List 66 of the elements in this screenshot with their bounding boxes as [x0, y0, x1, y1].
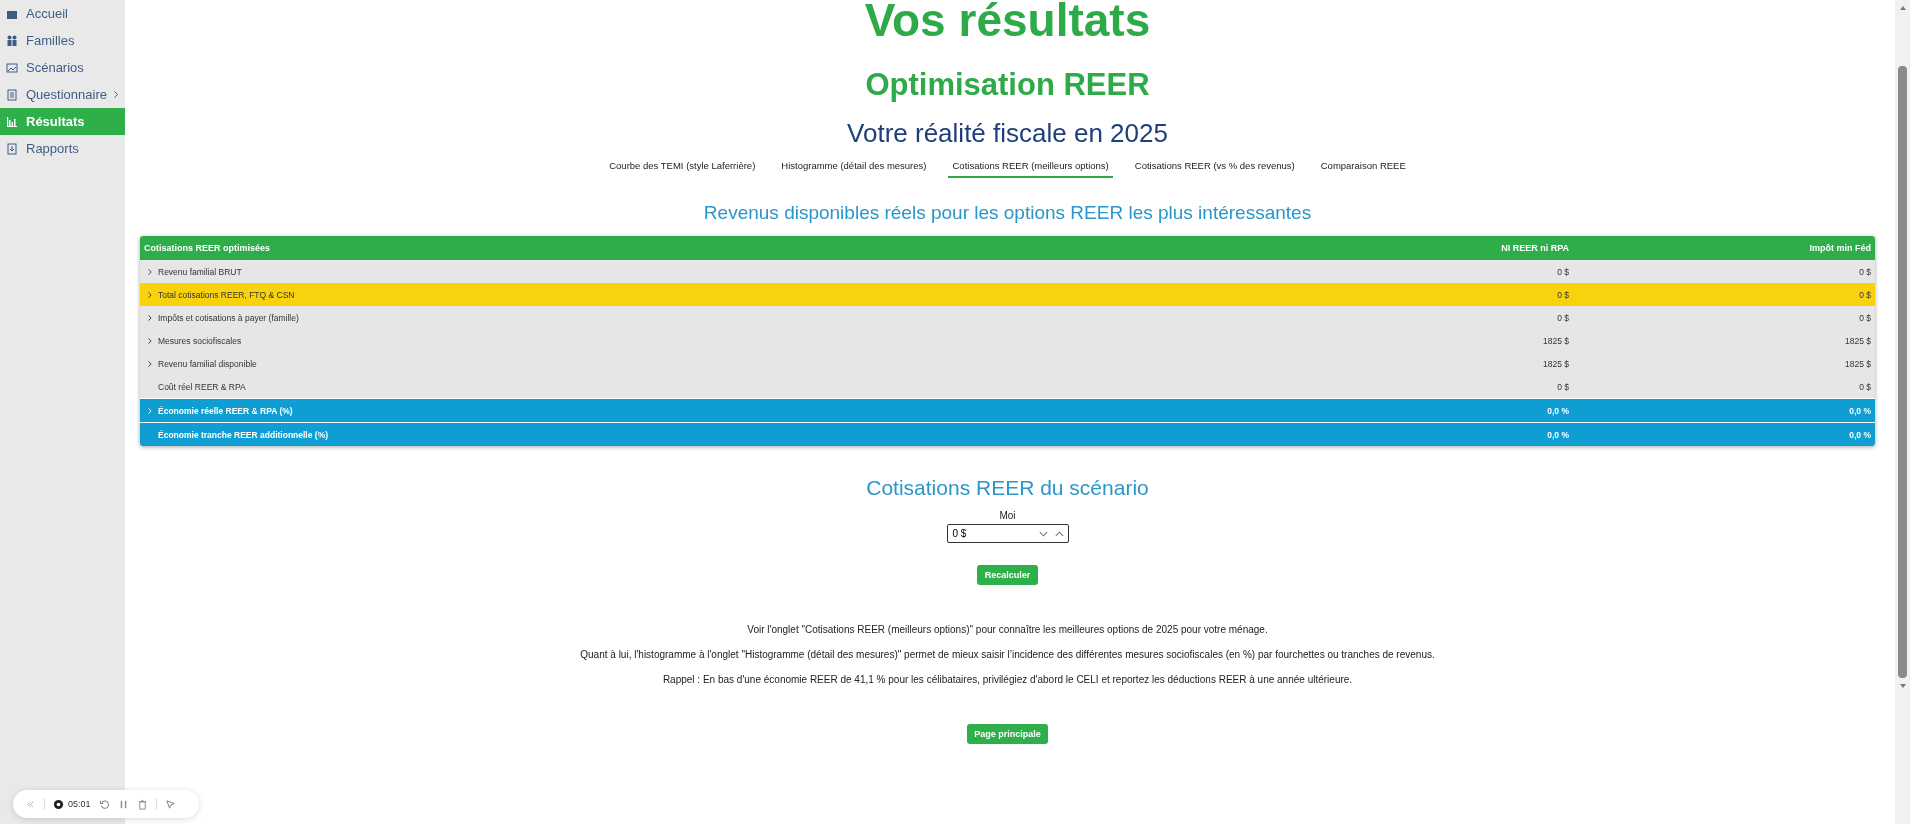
record-icon[interactable]	[53, 798, 64, 810]
table-cell-text: 0 $	[1858, 289, 1872, 300]
table-cell-text: 1825 $	[1542, 335, 1570, 346]
row-label: Économie réelle REER & RPA (%)	[158, 405, 293, 416]
table-cell-text: 0 $	[1556, 312, 1570, 323]
table-cell-text: 0 $	[1556, 381, 1570, 392]
row-label: Coût réel REER & RPA	[158, 381, 246, 392]
table-cell-text: 1825 $	[1844, 335, 1872, 346]
chevron-icon[interactable]	[147, 359, 153, 368]
chevron-down-icon[interactable]	[1037, 529, 1049, 538]
table-cell-text: 0,0 %	[1848, 405, 1872, 416]
sidebar-item[interactable]: Rapports	[0, 135, 125, 162]
chevron-up-icon[interactable]	[1053, 529, 1065, 538]
table-cell-text: 1825 $	[1844, 358, 1872, 369]
note-text: Rappel : En bas d'une économie REER de 41,1 % pour les célibataires, privilégiez d'abord le CELI et reportez les déductions REER à une année ultérieure.	[662, 673, 1353, 686]
doc-icon	[6, 88, 18, 101]
tab[interactable]: Cotisations REER (vs % des revenus)	[1130, 158, 1299, 178]
row-label: Total cotisations REER, FTQ & CSN	[158, 289, 295, 300]
sidebar-item[interactable]: Accueil	[0, 0, 125, 27]
chevron-icon[interactable]	[147, 267, 153, 276]
table-cell-text: 0,0 %	[1848, 429, 1872, 440]
image-icon	[6, 61, 18, 74]
note-text: Voir l'onglet "Cotisations REER (meilleurs options)" pour connaître les meilleures options de 2025 pour votre ménage.	[747, 623, 1268, 636]
column-header: Cotisations REER optimisées	[143, 243, 272, 253]
people-icon	[6, 34, 18, 47]
table-cell-text: 0 $	[1556, 289, 1570, 300]
row-label: Revenu familial BRUT	[158, 266, 242, 277]
chevron-icon[interactable]	[147, 336, 153, 345]
field-label: Moi	[999, 510, 1016, 521]
note-text: Quant à lui, l'histogramme à l'onglet "Histogramme (détail des mesures)" permet de mieux saisir l’incidence des différentes mesures sociofiscales (en %) par fourchettes ou tranches de revenus.	[580, 648, 1435, 661]
page-title: Vos résultats	[864, 0, 1151, 48]
sidebar-item[interactable]: Questionnaire	[0, 81, 125, 108]
table-title: Revenus disponibles réels pour les options REER les plus intéressantes	[703, 202, 1312, 224]
tab[interactable]: Courbe des TEMI (style Laferrière)	[605, 158, 760, 178]
table-cell-text: 0,0 %	[1546, 405, 1570, 416]
subtitle: Votre réalité fiscale en 2025	[847, 117, 1168, 150]
amount-field[interactable]: 0 $	[946, 524, 1069, 543]
row-label: Mesures sociofiscales	[158, 335, 242, 346]
scroll-thumb[interactable]	[1898, 66, 1907, 678]
row-label: Revenu familial disponible	[158, 358, 257, 369]
tab[interactable]: Histogramme (détail des mesures)	[777, 158, 931, 178]
table-cell-text: 0 $	[1556, 266, 1570, 277]
table-cell-text: 1825 $	[1542, 358, 1570, 369]
table-cell-text: 0,0 %	[1546, 429, 1570, 440]
table-cell-text: 0 $	[1858, 266, 1872, 277]
sidebar-item[interactable]: Familles	[0, 27, 125, 54]
trash-icon[interactable]	[136, 798, 148, 810]
chevron-icon[interactable]	[147, 313, 153, 322]
table-cell-text: 0 $	[1858, 381, 1872, 392]
tab[interactable]: Cotisations REER (meilleurs options)	[948, 158, 1113, 178]
row-label: Économie tranche REER additionnelle (%)	[158, 429, 329, 440]
section-title: Optimisation REER	[865, 66, 1150, 104]
sidebar-item[interactable]: Scénarios	[0, 54, 125, 81]
download-icon	[6, 142, 18, 155]
tab[interactable]: Comparaison REEE	[1316, 158, 1410, 178]
table-cell-text: 0 $	[1858, 312, 1872, 323]
chart-icon	[6, 115, 18, 128]
row-label: Impôts et cotisations à payer (famille)	[158, 312, 299, 323]
restart-icon[interactable]	[98, 798, 110, 810]
cursor-icon[interactable]	[164, 798, 176, 810]
chevron-icon[interactable]	[147, 290, 153, 299]
scenario-title: Cotisations REER du scénario	[866, 476, 1149, 500]
column-header: NI REER ni RPA	[1500, 243, 1570, 253]
scrollbar[interactable]	[1895, 0, 1910, 824]
recording-time: 05:01	[68, 799, 91, 809]
column-header: Impôt min Féd	[1808, 243, 1872, 253]
